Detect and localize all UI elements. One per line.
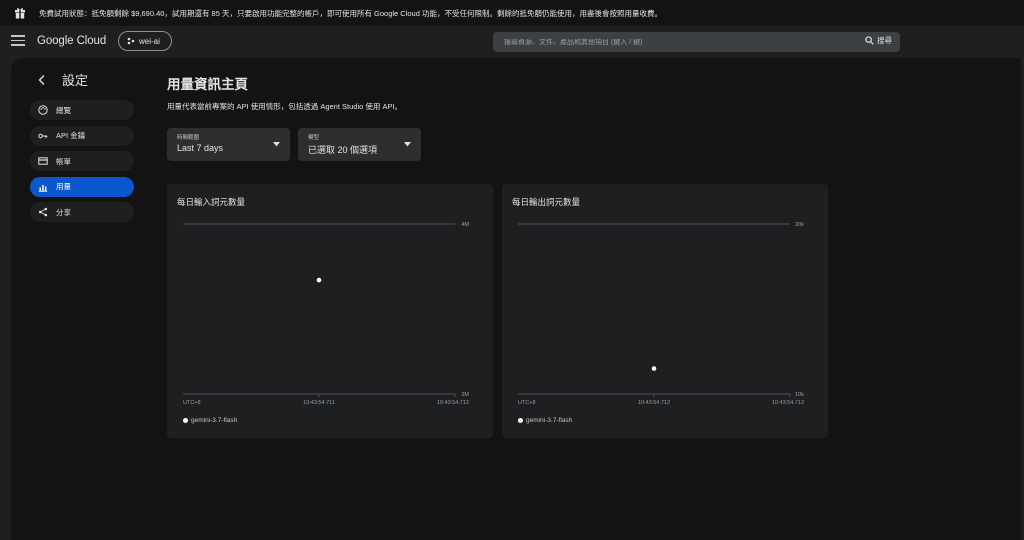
x-tick-label: UTC+8 xyxy=(183,400,201,406)
chart-title: 每日輸出詞元數量 xyxy=(512,197,581,207)
menu-icon xyxy=(11,35,25,37)
main-menu-button[interactable] xyxy=(11,35,25,47)
legend-label: gemini-3.7-flash xyxy=(526,417,573,424)
google-cloud-logo[interactable]: Google Cloud xyxy=(37,35,106,47)
nav-item-label: API 金鑰 xyxy=(56,131,86,140)
x-tick-label: 10:43:54.712 xyxy=(638,400,670,406)
search-button[interactable]: 搜尋 xyxy=(865,35,892,46)
settings-header: 設定 xyxy=(36,70,88,89)
y-tick-label: 4M xyxy=(461,222,469,228)
project-icon xyxy=(127,37,135,45)
key-icon xyxy=(38,133,48,138)
settings-title: 設定 xyxy=(62,73,89,88)
back-arrow-icon[interactable] xyxy=(36,74,48,86)
nav-item-api-keys[interactable]: API 金鑰 xyxy=(30,125,134,146)
page-title: 用量資訊主頁 xyxy=(167,77,248,92)
x-tick-label: UTC+8 xyxy=(518,400,536,406)
output-tokens-chart: 20k 10k UTC+8 10:43:54.712 10:43:54.713 xyxy=(518,222,804,406)
y-tick-label: 10k xyxy=(795,392,804,398)
content-panel: 設定 總覽 API 金鑰 帳單 用量 分享 用量資訊主頁 用量代表當前專案的 A… xyxy=(11,58,1024,540)
nav-item-billing[interactable]: 帳單 xyxy=(30,151,134,171)
share-icon xyxy=(38,207,48,217)
caret-down-icon xyxy=(273,142,280,147)
dropdown-value: Last 7 days xyxy=(177,143,224,153)
page-description: 用量代表當前專案的 API 使用情形，包括透過 Agent Studio 使用 … xyxy=(167,102,403,111)
settings-nav: 總覽 API 金鑰 帳單 用量 分享 xyxy=(30,100,134,228)
x-tick-label: 10:43:54.713 xyxy=(772,400,804,406)
gift-icon xyxy=(15,8,25,19)
dropdown-label: 時間範圍 xyxy=(177,135,200,141)
dropdown-label: 模型 xyxy=(308,135,320,141)
trial-banner-text: 免費試用狀態：抵免額剩餘 $9,690.40，試用期還有 85 天，只要啟用功能… xyxy=(39,8,662,18)
nav-item-overview[interactable]: 總覽 xyxy=(30,100,134,120)
input-tokens-chart: 4M 3M UTC+8 10:43:54.711 10:43:54.712 xyxy=(183,222,469,406)
project-picker[interactable]: wei-ai xyxy=(118,31,172,51)
legend-marker xyxy=(183,418,188,423)
nav-item-label: 用量 xyxy=(56,182,71,191)
palette-icon xyxy=(38,105,48,115)
nav-item-label: 帳單 xyxy=(56,156,71,166)
top-bar: Google Cloud wei-ai 搜尋 xyxy=(0,26,1024,58)
chart-legend: gemini-3.7-flash xyxy=(183,417,237,424)
nav-item-share[interactable]: 分享 xyxy=(30,202,134,222)
search-icon xyxy=(865,36,874,45)
card-icon xyxy=(38,157,48,165)
bar-chart-icon xyxy=(38,184,48,192)
search-button-label: 搜尋 xyxy=(877,36,892,45)
caret-down-icon xyxy=(404,142,411,147)
output-tokens-chart-card: 每日輸出詞元數量 20k 10k UTC+8 10:43:54.712 10:43:54… xyxy=(502,184,828,438)
legend-marker xyxy=(518,418,523,423)
trial-banner: 免費試用狀態：抵免額剩餘 $9,690.40，試用期還有 85 天，只要啟用功能… xyxy=(0,0,1024,26)
legend-label: gemini-3.7-flash xyxy=(191,417,238,424)
search-input[interactable] xyxy=(504,38,834,46)
nav-item-label: 分享 xyxy=(56,207,71,217)
nav-item-usage[interactable]: 用量 xyxy=(30,176,134,197)
input-tokens-chart-card: 每日輸入詞元數量 4M 3M UTC+8 10:43:54.711 10:43:54.7… xyxy=(167,184,493,438)
x-tick-label: 10:43:54.712 xyxy=(437,400,469,406)
dropdown-value: 已選取 20 個選項 xyxy=(308,145,378,155)
data-point xyxy=(316,277,322,283)
nav-item-label: 總覽 xyxy=(56,105,71,115)
search-bar: 搜尋 xyxy=(493,32,900,52)
y-tick-label: 3M xyxy=(461,392,469,398)
time-range-dropdown[interactable]: 時間範圍 Last 7 days xyxy=(167,128,290,161)
chart-title: 每日輸入詞元數量 xyxy=(177,197,246,207)
chart-legend: gemini-3.7-flash xyxy=(518,417,572,424)
model-dropdown[interactable]: 模型 已選取 20 個選項 xyxy=(298,128,421,161)
y-tick-label: 20k xyxy=(795,222,804,228)
project-name: wei-ai xyxy=(139,36,160,46)
data-point xyxy=(651,366,657,371)
x-tick-label: 10:43:54.711 xyxy=(303,400,335,406)
